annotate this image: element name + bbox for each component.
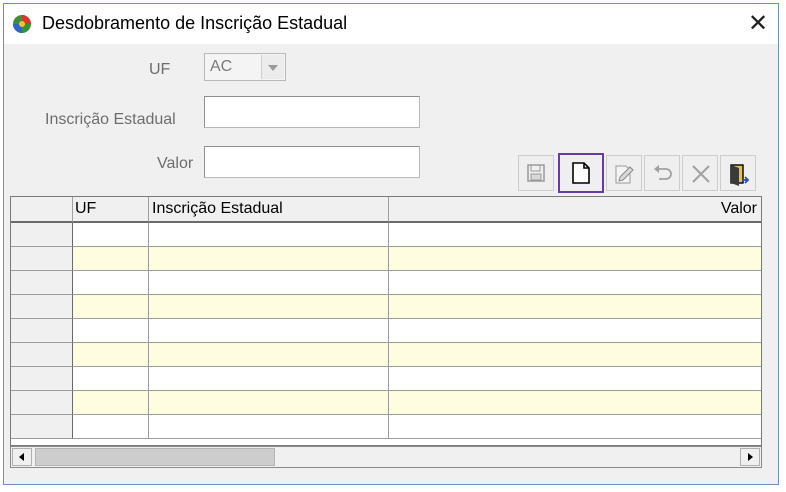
table-row[interactable] xyxy=(11,367,761,391)
table-cell[interactable] xyxy=(389,223,761,247)
row-indicator[interactable] xyxy=(11,247,73,271)
table-cell[interactable] xyxy=(73,247,149,271)
row-indicator[interactable] xyxy=(11,319,73,343)
table-cell[interactable] xyxy=(389,343,761,367)
table-row[interactable] xyxy=(11,391,761,415)
table-cell[interactable] xyxy=(73,319,149,343)
table-cell[interactable] xyxy=(389,367,761,391)
table-cell[interactable] xyxy=(389,295,761,319)
row-indicator[interactable] xyxy=(11,415,73,439)
table-row[interactable] xyxy=(11,247,761,271)
uf-select[interactable]: AC xyxy=(204,53,286,81)
table-cell[interactable] xyxy=(73,271,149,295)
table-row[interactable] xyxy=(11,415,761,439)
row-indicator[interactable] xyxy=(11,391,73,415)
delete-button[interactable] xyxy=(682,155,718,191)
grid-corner xyxy=(11,197,73,223)
table-cell[interactable] xyxy=(149,295,389,319)
row-indicator[interactable] xyxy=(11,271,73,295)
table-cell[interactable] xyxy=(389,415,761,439)
valor-input[interactable] xyxy=(204,146,420,178)
column-header-valor[interactable]: Valor xyxy=(389,197,761,223)
row-indicator[interactable] xyxy=(11,367,73,391)
table-cell[interactable] xyxy=(73,415,149,439)
dialog-window: Desdobramento de Inscrição Estadual ✕ UF… xyxy=(3,3,779,485)
table-cell[interactable] xyxy=(149,247,389,271)
table-row[interactable] xyxy=(11,319,761,343)
app-globe-icon xyxy=(13,15,31,33)
inscricao-label: Inscrição Estadual xyxy=(45,111,176,128)
table-cell[interactable] xyxy=(149,223,389,247)
exit-door-icon xyxy=(730,164,750,186)
column-header-uf[interactable]: UF xyxy=(73,197,149,223)
table-cell[interactable] xyxy=(149,319,389,343)
table-cell[interactable] xyxy=(389,247,761,271)
row-indicator[interactable] xyxy=(11,343,73,367)
floppy-disk-icon xyxy=(527,164,545,182)
table-cell[interactable] xyxy=(389,391,761,415)
horizontal-scrollbar[interactable] xyxy=(10,446,762,468)
exit-button[interactable] xyxy=(720,155,756,191)
new-button[interactable] xyxy=(558,153,604,193)
save-button[interactable] xyxy=(518,155,554,191)
table-cell[interactable] xyxy=(149,271,389,295)
table-cell[interactable] xyxy=(149,343,389,367)
row-indicator[interactable] xyxy=(11,223,73,247)
scrollbar-thumb[interactable] xyxy=(35,448,275,466)
edit-document-icon xyxy=(615,165,634,184)
data-grid[interactable]: UF Inscrição Estadual Valor xyxy=(10,196,762,446)
valor-label: Valor xyxy=(157,155,194,172)
undo-icon xyxy=(654,165,672,180)
delete-x-icon xyxy=(692,165,710,183)
row-indicator[interactable] xyxy=(11,295,73,319)
chevron-down-icon[interactable] xyxy=(261,55,284,79)
table-row[interactable] xyxy=(11,295,761,319)
table-row[interactable] xyxy=(11,223,761,247)
table-row[interactable] xyxy=(11,343,761,367)
table-cell[interactable] xyxy=(389,319,761,343)
undo-button[interactable] xyxy=(644,155,680,191)
table-cell[interactable] xyxy=(389,271,761,295)
new-document-icon xyxy=(572,162,590,184)
table-cell[interactable] xyxy=(149,391,389,415)
window-title: Desdobramento de Inscrição Estadual xyxy=(42,13,348,33)
column-header-inscricao[interactable]: Inscrição Estadual xyxy=(149,197,389,223)
table-cell[interactable] xyxy=(73,391,149,415)
close-icon[interactable]: ✕ xyxy=(744,10,772,38)
title-bar: Desdobramento de Inscrição Estadual ✕ xyxy=(4,4,778,44)
table-row[interactable] xyxy=(11,271,761,295)
table-cell[interactable] xyxy=(149,367,389,391)
table-cell[interactable] xyxy=(73,295,149,319)
table-cell[interactable] xyxy=(73,343,149,367)
scroll-right-icon[interactable] xyxy=(740,448,760,466)
scroll-left-icon[interactable] xyxy=(12,448,32,466)
inscricao-estadual-input[interactable] xyxy=(204,96,420,128)
table-cell[interactable] xyxy=(73,367,149,391)
uf-select-value: AC xyxy=(210,58,233,75)
uf-label: UF xyxy=(149,61,171,78)
table-cell[interactable] xyxy=(73,223,149,247)
table-cell[interactable] xyxy=(149,415,389,439)
edit-button[interactable] xyxy=(606,155,642,191)
